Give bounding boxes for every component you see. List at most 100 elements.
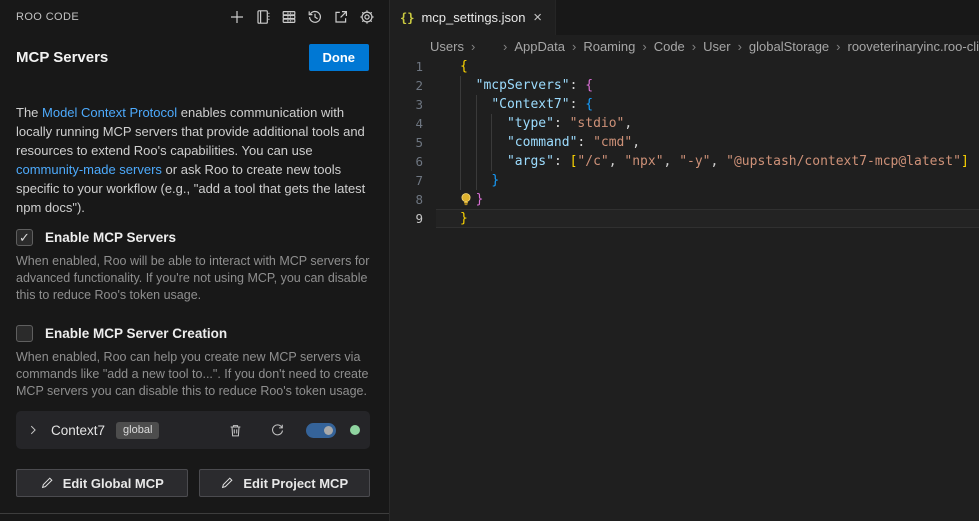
edit-mcp-buttons: Edit Global MCP Edit Project MCP [16,469,370,497]
line-content: "command": "cmd", [436,133,979,152]
enable-mcp-servers-checkbox[interactable]: ✓ [16,229,33,246]
chevron-right-icon[interactable] [24,421,42,439]
enable-mcp-creation-description: When enabled, Roo can help you create ne… [16,349,370,400]
breadcrumb-separator: › [836,39,840,54]
lightbulb-icon[interactable] [459,192,474,207]
line-number: 1 [390,57,436,76]
line-number: 3 [390,95,436,114]
server-name: Context7 [51,423,105,438]
edit-project-mcp-button[interactable]: Edit Project MCP [199,469,371,497]
code-line: 6 "args": ["/c", "npx", "-y", "@upstash/… [390,152,979,171]
breadcrumb-separator: › [503,39,507,54]
indent-guide [491,152,492,171]
breadcrumb-separator: › [692,39,696,54]
intro-text: The [16,105,42,120]
breadcrumb-separator: › [738,39,742,54]
line-content: "type": "stdio", [436,114,979,133]
line-number: 7 [390,171,436,190]
breadcrumb-item[interactable]: AppData [514,39,565,54]
indent-guide [460,171,461,190]
json-file-icon: {} [400,11,414,25]
code-line: 3 "Context7": { [390,95,979,114]
doc-link[interactable]: community-made servers [16,162,162,177]
line-number: 2 [390,76,436,95]
tab-mcp-settings-json[interactable]: {} mcp_settings.json × [390,0,556,35]
breadcrumb-item[interactable]: globalStorage [749,39,829,54]
breadcrumb-item[interactable]: User [703,39,730,54]
line-content: } [436,209,979,228]
line-number: 9 [390,209,436,228]
breadcrumb-item[interactable]: Users [430,39,464,54]
vscode-window: ROO CODE [0,0,979,521]
line-number: 5 [390,133,436,152]
code-editor[interactable]: 1{2 "mcpServers": {3 "Context7": {4 "typ… [390,57,979,521]
plus-icon[interactable] [227,7,247,27]
indent-guide [476,133,477,152]
restart-server-icon[interactable] [268,421,286,439]
code-line: 2 "mcpServers": { [390,76,979,95]
line-content: "mcpServers": { [436,76,979,95]
scope-badge: global [116,422,159,439]
line-content: "args": ["/c", "npx", "-y", "@upstash/co… [436,152,979,171]
code-line: 7 } [390,171,979,190]
panel-bottom-divider [0,513,389,514]
panel-topbar: ROO CODE [0,0,389,34]
breadcrumb-separator: › [642,39,646,54]
enable-mcp-creation-label[interactable]: Enable MCP Server Creation [45,326,227,341]
indent-guide [460,114,461,133]
pencil-icon [40,476,54,490]
enable-mcp-creation-checkbox[interactable]: ✓ [16,325,33,342]
enable-mcp-creation-row: ✓ Enable MCP Server Creation [16,323,227,343]
indent-guide [460,95,461,114]
extension-title: ROO CODE [16,11,79,23]
indent-guide [476,114,477,133]
topbar-icon-group [227,7,377,27]
mcp-description: The Model Context Protocol enables commu… [16,103,374,217]
history-icon[interactable] [305,7,325,27]
indent-guide [476,171,477,190]
breadcrumb-item[interactable]: Code [654,39,685,54]
done-button[interactable]: Done [309,44,370,71]
server-enabled-toggle[interactable] [306,423,336,438]
breadcrumb-separator: › [572,39,576,54]
line-number: 6 [390,152,436,171]
notebook-icon[interactable] [253,7,273,27]
indent-guide [460,76,461,95]
server-row-context7[interactable]: Context7 global [16,411,370,449]
code-line: 1{ [390,57,979,76]
roo-code-mcp-panel: ROO CODE [0,0,390,521]
enable-mcp-servers-label[interactable]: Enable MCP Servers [45,230,176,245]
breadcrumb-item[interactable]: Roaming [583,39,635,54]
line-content: } [436,171,979,190]
edit-global-mcp-button[interactable]: Edit Global MCP [16,469,188,497]
open-external-icon[interactable] [331,7,351,27]
code-line: 8 } [390,190,979,209]
breadcrumb-item[interactable]: rooveterinaryinc.roo-cli [848,39,979,54]
page-title: MCP Servers [16,49,108,66]
indent-guide [491,114,492,133]
delete-server-icon[interactable] [226,421,244,439]
toggle-knob [324,426,333,435]
panel-header: MCP Servers Done [16,42,369,72]
server-status-dot [350,425,360,435]
code-line: 5 "command": "cmd", [390,133,979,152]
indent-guide [476,152,477,171]
line-number: 8 [390,190,436,209]
enable-mcp-servers-description: When enabled, Roo will be able to intera… [16,253,370,304]
enable-mcp-servers-row: ✓ Enable MCP Servers [16,227,176,247]
close-tab-icon[interactable]: × [530,8,545,27]
breadcrumb: Users › › AppData › Roaming › Code › User › globalS… [390,35,979,57]
indent-guide [460,152,461,171]
line-content: { [436,57,979,76]
line-content: "Context7": { [436,95,979,114]
line-number: 4 [390,114,436,133]
indent-guide [476,95,477,114]
gear-icon[interactable] [357,7,377,27]
doc-link[interactable]: Model Context Protocol [42,105,177,120]
tab-filename: mcp_settings.json [421,10,525,25]
code-line: 4 "type": "stdio", [390,114,979,133]
breadcrumb-separator: › [471,39,475,54]
mcp-servers-icon[interactable] [279,7,299,27]
line-content: } [436,190,979,209]
tab-bar: {} mcp_settings.json × [390,0,979,35]
